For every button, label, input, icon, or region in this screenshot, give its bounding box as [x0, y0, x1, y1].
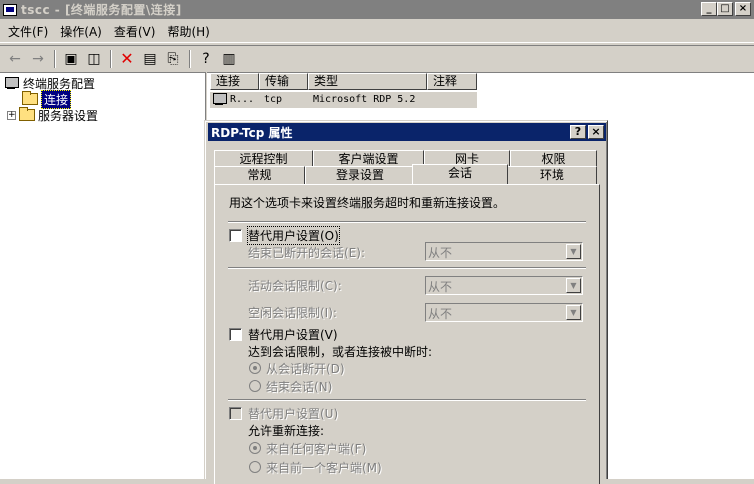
end-disconnected-session-select[interactable]: 从不 ▼ [425, 242, 583, 261]
show-tree-icon[interactable]: ◫ [83, 49, 105, 69]
expand-icon[interactable]: + [7, 110, 16, 120]
radio-previous-client-label: 来自前一个客户端(M) [266, 461, 382, 475]
properties-icon[interactable]: ▤ [139, 49, 161, 69]
dialog-title-bar: RDP-Tcp 属性 ? × [208, 123, 606, 141]
maximize-button[interactable]: □ [717, 2, 733, 16]
menu-bar: 文件(F) 操作(A) 查看(V) 帮助(H) [0, 21, 754, 43]
back-arrow-icon[interactable]: ← [4, 49, 26, 69]
idle-session-limit-label: 空闲会话限制(I): [248, 306, 337, 320]
tree-item-server-settings[interactable]: + 服务器设置 [7, 107, 98, 123]
radio-any-client-label: 来自任何客户端(F) [266, 442, 367, 456]
cell-transport: tcp [264, 94, 283, 105]
end-disconnected-session-label: 结束已断开的会话(E): [248, 246, 365, 260]
column-header-comment[interactable]: 注释 [427, 73, 477, 90]
divider [228, 221, 586, 223]
cell-type: Microsoft RDP 5.2 [313, 94, 416, 105]
dropdown-arrow-icon[interactable]: ▼ [566, 244, 581, 259]
table-row[interactable]: R... tcp Microsoft RDP 5.2 [210, 92, 477, 108]
tree-label-server-settings: 服务器设置 [38, 108, 99, 123]
menu-view[interactable]: 查看(V) [110, 23, 164, 40]
override-user-settings-checkbox-3[interactable] [229, 407, 242, 420]
window-controls: _ □ × [701, 2, 751, 16]
radio-disconnect-from-session[interactable] [249, 362, 261, 374]
idle-session-limit-select[interactable]: 从不 ▼ [425, 303, 583, 322]
select-value: 从不 [428, 280, 453, 294]
sessions-description: 用这个选项卡来设置终端服务超时和重新连接设置。 [229, 196, 506, 210]
delete-icon[interactable]: ✕ [116, 49, 138, 69]
dialog-help-button[interactable]: ? [570, 125, 586, 139]
radio-end-session[interactable] [249, 380, 261, 392]
tab-environment[interactable]: 环境 [507, 166, 597, 184]
tree-item-connections[interactable]: 连接 [22, 89, 72, 109]
radio-previous-client[interactable] [249, 461, 261, 473]
active-session-limit-select[interactable]: 从不 ▼ [425, 276, 583, 295]
forward-arrow-icon[interactable]: → [27, 49, 49, 69]
tree-pane: 终端服务配置 连接 + 服务器设置 [0, 72, 206, 479]
folder-open-icon [22, 91, 38, 105]
export-list-icon[interactable]: ⎘ [162, 49, 184, 69]
column-header-transport[interactable]: 传输 [259, 73, 308, 90]
dropdown-arrow-icon[interactable]: ▼ [566, 278, 581, 293]
override-user-settings-label-3: 替代用户设置(U) [248, 407, 339, 421]
app-icon [3, 3, 17, 16]
tab-logon-settings[interactable]: 登录设置 [305, 166, 415, 184]
tab-general[interactable]: 常规 [214, 166, 305, 184]
toolbar-separator [189, 49, 191, 68]
properties-dialog: RDP-Tcp 属性 ? × 远程控制 客户端设置 网卡 权限 常规 登录设置 … [204, 120, 608, 484]
dropdown-arrow-icon[interactable]: ▼ [566, 305, 581, 320]
active-session-limit-label: 活动会话限制(C): [248, 279, 342, 293]
dialog-title: RDP-Tcp 属性 [211, 125, 293, 140]
allow-reconnect-label: 允许重新连接: [248, 424, 325, 438]
up-folder-icon[interactable]: ▣ [60, 49, 82, 69]
help-icon[interactable]: ? [195, 49, 217, 69]
title-bar: tscc - [终端服务配置\连接] _ □ × [0, 0, 754, 19]
window-title: tscc - [终端服务配置\连接] [21, 3, 182, 17]
monitor-icon [4, 76, 20, 90]
cell-connection: R... [230, 94, 255, 105]
toolbar-separator [54, 49, 56, 68]
divider [228, 267, 586, 269]
menu-help[interactable]: 帮助(H) [163, 23, 217, 40]
minimize-button[interactable]: _ [701, 2, 717, 16]
radio-any-client[interactable] [249, 442, 261, 454]
select-value: 从不 [428, 246, 453, 260]
connection-icon [212, 93, 228, 106]
override-user-settings-checkbox-2[interactable] [229, 328, 242, 341]
override-user-settings-checkbox-1[interactable] [229, 229, 242, 242]
toolbar-separator [110, 49, 112, 68]
menu-file[interactable]: 文件(F) [4, 23, 56, 40]
column-header-type[interactable]: 类型 [308, 73, 427, 90]
column-header-connection[interactable]: 连接 [210, 73, 259, 90]
select-value: 从不 [428, 307, 453, 321]
toolbar: ← → ▣ ◫ ✕ ▤ ⎘ ? ▥ [0, 45, 754, 71]
sessions-tab-panel: 用这个选项卡来设置终端服务超时和重新连接设置。 替代用户设置(O) 结束已断开的… [214, 184, 600, 484]
override-user-settings-label-2: 替代用户设置(V) [248, 328, 338, 342]
divider [228, 399, 586, 401]
tab-sessions[interactable]: 会话 [412, 164, 508, 184]
menu-action[interactable]: 操作(A) [56, 23, 110, 40]
folder-icon [19, 107, 35, 121]
radio-disconnect-label: 从会话断开(D) [266, 362, 345, 376]
close-button[interactable]: × [735, 2, 751, 16]
radio-end-session-label: 结束会话(N) [266, 380, 333, 394]
session-limit-reached-label: 达到会话限制，或者连接被中断时: [248, 345, 433, 359]
override-user-settings-label-1: 替代用户设置(O) [247, 226, 340, 245]
console-icon[interactable]: ▥ [218, 49, 240, 69]
dialog-close-button[interactable]: × [588, 125, 604, 139]
